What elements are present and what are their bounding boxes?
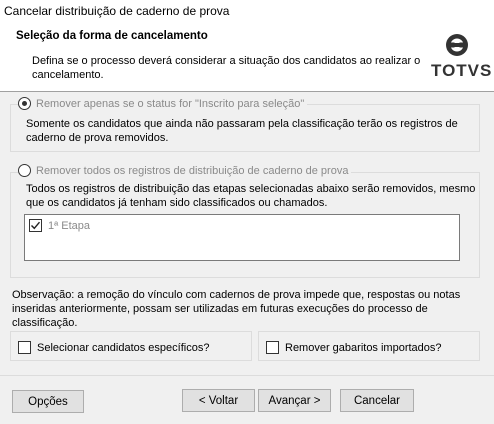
footer-divider: [0, 375, 494, 376]
remove-answers-checkbox-row[interactable]: Remover gabaritos importados?: [266, 341, 442, 354]
options-button[interactable]: Opções: [12, 390, 84, 413]
stage-label: 1ª Etapa: [48, 219, 90, 232]
select-candidates-checkbox[interactable]: [18, 341, 31, 354]
cancel-button[interactable]: Cancelar: [340, 389, 414, 412]
observation-text: Observação: a remoção do vínculo com cad…: [12, 289, 461, 329]
remove-answers-label: Remover gabaritos importados?: [285, 341, 442, 354]
checkmark-icon: [31, 221, 41, 230]
page-title: Seleção da forma de cancelamento: [16, 30, 208, 42]
option2-radio-button[interactable]: [18, 164, 31, 177]
page-description: Defina se o processo deverá considerar a…: [32, 55, 421, 81]
title-bar: Cancelar distribuição de caderno de prov…: [0, 0, 494, 22]
option2-description: Todos os registros de distribuição das e…: [26, 183, 476, 209]
option1-radio-button[interactable]: [18, 97, 31, 110]
totvs-logo: TOTVS: [430, 32, 491, 82]
back-button[interactable]: < Voltar: [182, 389, 255, 412]
select-candidates-checkbox-row[interactable]: Selecionar candidatos específicos?: [18, 341, 209, 354]
stage-checkbox[interactable]: [29, 219, 42, 232]
option1-radio[interactable]: Remover apenas se o status for "Inscrito…: [18, 97, 308, 110]
logo-text: TOTVS: [431, 61, 493, 80]
totvs-logo-icon: [446, 34, 468, 56]
stages-list[interactable]: 1ª Etapa: [24, 214, 460, 261]
option1-label: Remover apenas se o status for "Inscrito…: [36, 97, 305, 110]
list-item[interactable]: 1ª Etapa: [29, 219, 90, 232]
next-button[interactable]: Avançar >: [258, 389, 331, 412]
window-title: Cancelar distribuição de caderno de prov…: [4, 4, 230, 18]
select-candidates-label: Selecionar candidatos específicos?: [37, 341, 210, 354]
wizard-header: Seleção da forma de cancelamento Defina …: [0, 22, 494, 92]
option1-description: Somente os candidatos que ainda não pass…: [26, 118, 458, 144]
remove-answers-checkbox[interactable]: [266, 341, 279, 354]
option2-radio[interactable]: Remover todos os registros de distribuiç…: [18, 164, 352, 177]
header-divider: [0, 91, 494, 92]
option2-label: Remover todos os registros de distribuiç…: [36, 164, 349, 177]
